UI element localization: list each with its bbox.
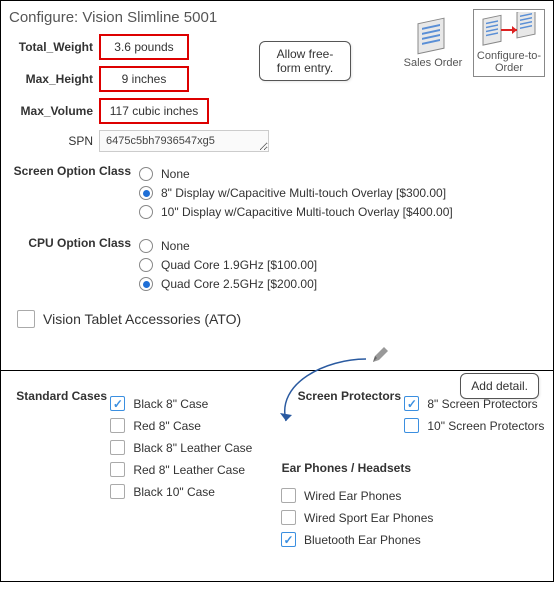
screen-protectors-label: Screen Protectors: [281, 389, 401, 403]
sales-order-icon[interactable]: Sales Order: [403, 15, 463, 69]
screen-protectors-item-label: 10" Screen Protectors: [427, 419, 544, 433]
ato-checkbox[interactable]: [17, 310, 35, 328]
screen-protectors-checkbox-0[interactable]: [404, 396, 419, 411]
screen-option-option-label: 8" Display w/Capacitive Multi-touch Over…: [161, 186, 446, 200]
ato-label: Vision Tablet Accessories (ATO): [43, 311, 241, 327]
ear-phones-checkbox-2[interactable]: [281, 532, 296, 547]
total-weight-label: Total_Weight: [9, 40, 99, 54]
page-title: Configure: Vision Slimline 5001: [9, 9, 545, 26]
standard-cases-item-label: Red 8" Case: [133, 419, 201, 433]
spn-label: SPN: [9, 134, 99, 148]
ear-phones-label: Ear Phones / Headsets: [281, 461, 411, 475]
standard-cases-checkbox-0[interactable]: [110, 396, 125, 411]
standard-cases-item-label: Red 8" Leather Case: [133, 463, 245, 477]
cpu-option-label: CPU Option Class: [9, 234, 139, 296]
spn-input[interactable]: 6475c5bh7936547xg5: [99, 130, 269, 152]
standard-cases-item-label: Black 8" Case: [133, 397, 208, 411]
cpu-option-option-label: Quad Core 2.5GHz [$200.00]: [161, 277, 317, 291]
standard-cases-label: Standard Cases: [7, 389, 107, 403]
screen-option-option-label: None: [161, 167, 190, 181]
standard-cases-checkbox-4[interactable]: [110, 484, 125, 499]
sales-order-label: Sales Order: [404, 57, 463, 69]
ear-phones-checkbox-1[interactable]: [281, 510, 296, 525]
callout-freeform: Allow free-form entry.: [259, 41, 351, 81]
screen-protectors-checkbox-1[interactable]: [404, 418, 419, 433]
max-height-input[interactable]: 9 inches: [99, 66, 189, 92]
cpu-option-radio-2[interactable]: [139, 277, 153, 291]
pencil-icon[interactable]: [371, 346, 389, 367]
standard-cases-item-label: Black 8" Leather Case: [133, 441, 252, 455]
max-height-label: Max_Height: [9, 72, 99, 86]
ear-phones-item-label: Bluetooth Ear Phones: [304, 533, 421, 547]
screen-option-radio-0[interactable]: [139, 167, 153, 181]
cpu-option-option-label: None: [161, 239, 190, 253]
cpu-option-radio-1[interactable]: [139, 258, 153, 272]
max-volume-label: Max_Volume: [9, 104, 99, 118]
standard-cases-checkbox-3[interactable]: [110, 462, 125, 477]
screen-option-radio-2[interactable]: [139, 205, 153, 219]
standard-cases-checkbox-1[interactable]: [110, 418, 125, 433]
standard-cases-item-label: Black 10" Case: [133, 485, 215, 499]
screen-option-label: Screen Option Class: [9, 162, 139, 224]
ear-phones-item-label: Wired Sport Ear Phones: [304, 511, 433, 525]
configure-to-order-label: Configure-to-Order: [477, 50, 541, 74]
standard-cases-checkbox-2[interactable]: [110, 440, 125, 455]
ear-phones-item-label: Wired Ear Phones: [304, 489, 401, 503]
cpu-option-option-label: Quad Core 1.9GHz [$100.00]: [161, 258, 317, 272]
screen-protectors-item-label: 8" Screen Protectors: [427, 397, 537, 411]
ear-phones-checkbox-0[interactable]: [281, 488, 296, 503]
total-weight-input[interactable]: 3.6 pounds: [99, 34, 189, 60]
configure-to-order-icon[interactable]: Configure-to-Order: [473, 9, 545, 77]
cpu-option-radio-0[interactable]: [139, 239, 153, 253]
screen-option-option-label: 10" Display w/Capacitive Multi-touch Ove…: [161, 205, 453, 219]
screen-option-radio-1[interactable]: [139, 186, 153, 200]
max-volume-input[interactable]: 117 cubic inches: [99, 98, 209, 124]
